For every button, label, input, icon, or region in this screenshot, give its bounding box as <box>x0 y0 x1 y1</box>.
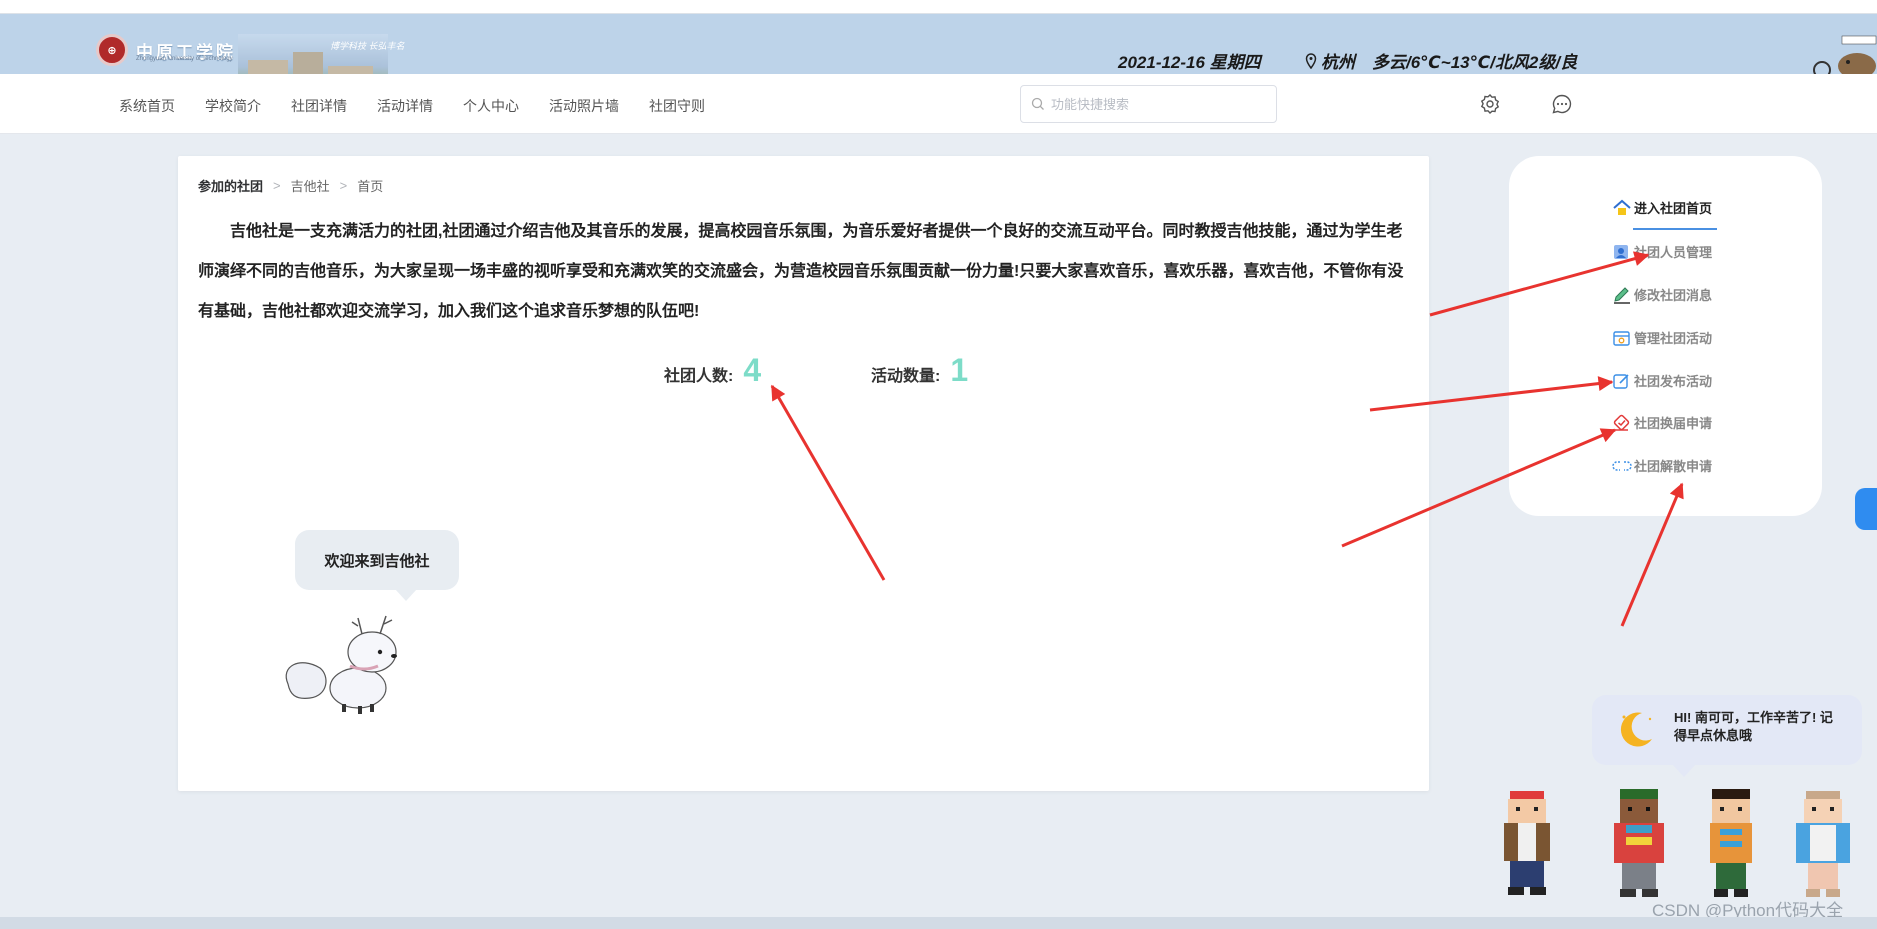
broken-link-icon <box>1612 460 1632 471</box>
activity-count-label: 活动数量: <box>871 368 941 385</box>
nav-club-details[interactable]: 社团详情 <box>291 96 347 116</box>
menu-dissolve-request[interactable]: 社团解散申请 <box>1612 456 1712 475</box>
breadcrumb: 参加的社团 > 吉他社 > 首页 <box>198 176 383 195</box>
message-bubble-icon[interactable] <box>1550 92 1574 116</box>
pixel-character-1 <box>1504 791 1550 895</box>
weather-info: 多云/6℃~13℃/北风2级/良 <box>1372 53 1578 72</box>
menu-label: 管理社团活动 <box>1634 331 1713 346</box>
menu-label: 进入社团首页 <box>1634 201 1713 216</box>
location: 杭州 <box>1305 48 1355 73</box>
activity-count-stat: 活动数量: 1 <box>871 352 968 389</box>
pixel-character-2 <box>1614 789 1664 897</box>
search-icon <box>1031 97 1044 110</box>
settings-gear-icon[interactable] <box>1478 92 1502 116</box>
menu-label: 修改社团消息 <box>1634 288 1713 303</box>
home-icon <box>1613 199 1631 215</box>
nav-activity-details[interactable]: 活动详情 <box>377 96 433 116</box>
breadcrumb-separator-icon: > <box>339 178 348 193</box>
menu-label: 社团换届申请 <box>1634 416 1713 431</box>
school-seal-icon: ⊕ <box>96 34 128 66</box>
breadcrumb-current: 首页 <box>357 179 384 194</box>
nav-personal-center[interactable]: 个人中心 <box>463 96 519 116</box>
breadcrumb-joined-clubs[interactable]: 参加的社团 <box>198 176 263 195</box>
deer-mascot-icon <box>285 615 397 714</box>
user-card-icon <box>1614 244 1628 259</box>
member-count-stat: 社团人数: 4 <box>664 352 761 389</box>
breadcrumb-separator-icon: > <box>273 178 281 193</box>
pixel-character-3 <box>1710 789 1752 897</box>
active-menu-underline <box>1633 228 1717 230</box>
menu-label: 社团人员管理 <box>1634 245 1713 260</box>
menu-edit-club-info[interactable]: 修改社团消息 <box>1612 285 1712 304</box>
welcome-speech-bubble: 欢迎来到吉他社 <box>295 530 459 601</box>
top-banner: ⊕ 中原工学院 Zhongyuan University of Technolo… <box>0 14 1877 88</box>
menu-publish-activity[interactable]: 社团发布活动 <box>1612 371 1712 390</box>
current-date: 2021-12-16 星期四 <box>1118 53 1261 72</box>
school-name-en: Zhongyuan University of Technology <box>136 56 233 62</box>
menu-manage-activities[interactable]: 管理社团活动 <box>1612 328 1712 347</box>
pixel-character-4 <box>1796 791 1850 897</box>
city-name: 杭州 <box>1321 53 1355 72</box>
breadcrumb-club[interactable]: 吉他社 <box>291 176 330 195</box>
menu-succession-request[interactable]: 社团换届申请 <box>1612 413 1712 432</box>
floating-chat-tab[interactable] <box>1855 488 1877 530</box>
activity-count-value: 1 <box>950 352 969 388</box>
calendar-icon <box>1613 330 1630 346</box>
location-pin-icon <box>1305 52 1317 69</box>
nav-school-intro[interactable]: 学校简介 <box>205 96 261 116</box>
nav-photo-wall[interactable]: 活动照片墙 <box>549 96 619 116</box>
banner-slogan: 博学科技 长弘丰名 <box>330 41 405 51</box>
nav-club-rules[interactable]: 社团守则 <box>649 96 705 116</box>
menu-member-management[interactable]: 社团人员管理 <box>1612 242 1712 261</box>
search-box[interactable] <box>1020 85 1277 123</box>
club-home-card: 参加的社团 > 吉他社 > 首页 吉他社是一支充满活力的社团,社团通过介绍吉他及… <box>178 156 1429 791</box>
club-intro-text: 吉他社是一支充满活力的社团,社团通过介绍吉他及其音乐的发展，提高校园音乐氛围，为… <box>198 223 1404 320</box>
menu-enter-club-home[interactable]: 进入社团首页 <box>1612 198 1712 217</box>
main-nav: 系统首页 学校简介 社团详情 活动详情 个人中心 活动照片墙 社团守则 <box>0 74 1877 134</box>
member-count-label: 社团人数: <box>664 368 734 385</box>
menu-label: 社团解散申请 <box>1634 459 1713 474</box>
page-bottom-strip <box>0 917 1877 929</box>
publish-edit-icon <box>1613 373 1629 389</box>
greeting-text: HI! 南可可，工作辛苦了! 记得早点休息哦 <box>1674 710 1833 743</box>
club-side-menu: 进入社团首页 社团人员管理 修改社团消息 管理社团活动 社团发布活动 社团换届申… <box>1509 156 1822 516</box>
menu-label: 社团发布活动 <box>1634 374 1713 389</box>
browser-bookmarks-bar <box>0 0 1877 14</box>
approval-stamp-icon <box>1613 414 1630 431</box>
moon-icon <box>1620 712 1652 747</box>
edit-pen-icon <box>1614 286 1630 304</box>
greeting-bubble: HI! 南可可，工作辛苦了! 记得早点休息哦 <box>1592 695 1862 777</box>
nav-home[interactable]: 系统首页 <box>119 96 175 116</box>
search-input[interactable] <box>1051 96 1251 112</box>
school-logo[interactable]: ⊕ 中原工学院 Zhongyuan University of Technolo… <box>96 34 236 66</box>
member-count-value: 4 <box>743 352 762 388</box>
